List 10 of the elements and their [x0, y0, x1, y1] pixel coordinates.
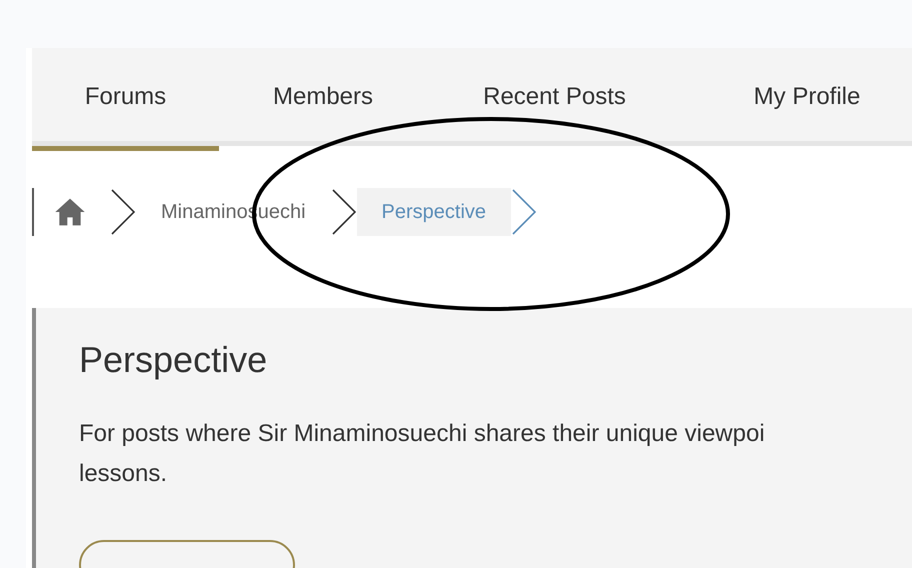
nav-tab[interactable]: Forums: [32, 48, 219, 151]
home-icon[interactable]: [54, 197, 86, 227]
nav-tab[interactable]: Recent Posts: [427, 48, 682, 151]
chevron-icon: [110, 188, 136, 236]
nav-tab[interactable]: My Profile: [682, 48, 912, 151]
forum-title: Perspective: [79, 338, 268, 382]
chevron-icon: [330, 188, 357, 236]
nav-tab[interactable]: Members: [219, 48, 427, 151]
forum-description: For posts where Sir Minaminosuechi shares their unique viewpoi lessons.: [79, 419, 766, 489]
chevron-icon: [511, 188, 538, 236]
